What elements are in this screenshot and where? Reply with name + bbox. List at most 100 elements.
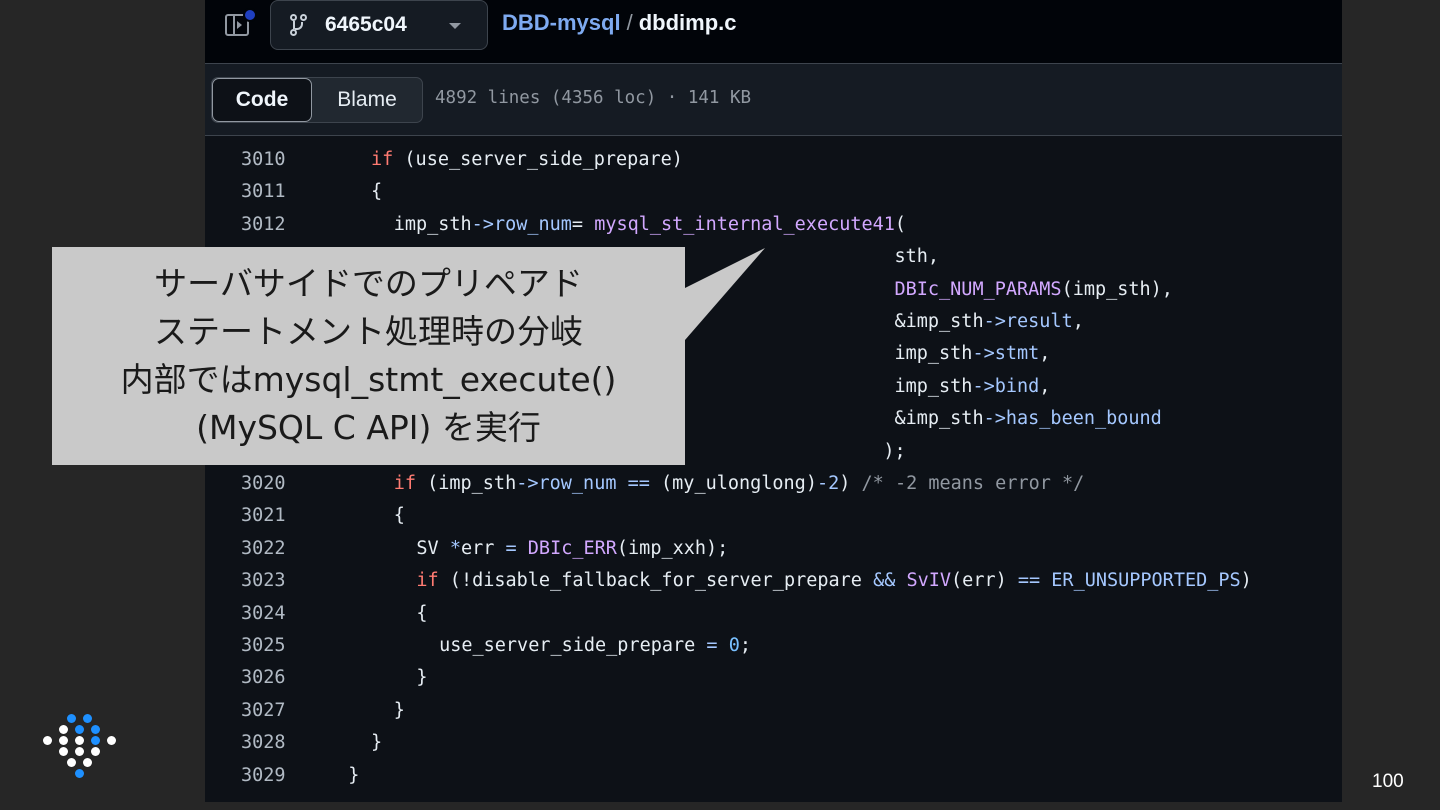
code-token: /* -2 means error */ [861, 473, 1085, 494]
code-text: imp_sth->row_num= mysql_st_internal_exec… [394, 209, 906, 241]
code-token: == [1017, 570, 1041, 592]
notification-dot [243, 8, 257, 22]
code-token: -> [471, 213, 494, 235]
code-line: 3021 { [205, 500, 1342, 532]
code-token: -> [972, 343, 995, 365]
code-line: 3023 if (!disable_fallback_for_server_pre… [205, 565, 1342, 597]
page-number: 100 [1372, 771, 1404, 792]
line-number[interactable]: 3020 [241, 468, 311, 500]
logo-dot [59, 747, 68, 756]
callout-box: サーバサイドでのプリペアド ステートメント処理時の分岐 内部ではmysql_st… [52, 247, 685, 465]
line-number[interactable]: 3024 [241, 598, 311, 630]
code-line: 3026} [205, 662, 1342, 694]
code-token: -> [983, 311, 1006, 332]
logo-dot [67, 758, 76, 767]
line-number[interactable]: 3023 [241, 565, 311, 597]
line-number[interactable]: 3021 [241, 500, 311, 532]
line-number[interactable]: 3026 [241, 662, 311, 694]
code-token: -2 [816, 473, 840, 494]
code-listing: 3010 if (use_server_side_prepare) 3011{301… [205, 140, 1342, 802]
code-token: ( [894, 213, 907, 235]
code-token: result [1005, 311, 1073, 332]
line-number[interactable]: 3027 [241, 695, 311, 727]
code-token: ) [839, 473, 862, 494]
callout-line-2: ステートメント処理時の分岐 [154, 312, 583, 351]
logo-dot [75, 769, 84, 778]
file-header: Code Blame 4892 lines (4356 loc) · 141 K… [205, 64, 1342, 136]
code-token: (imp_sth), [1061, 278, 1173, 300]
breadcrumb-repo-link[interactable]: DBD-mysql [502, 10, 621, 35]
code-token: = [706, 635, 718, 656]
code-line: 3027} [205, 695, 1342, 727]
code-token: , [1039, 343, 1051, 365]
code-line: 3024 { [205, 598, 1342, 630]
code-token: stmt [994, 343, 1040, 365]
code-token: } [371, 732, 383, 754]
logo-dot [91, 725, 100, 734]
sidebar-toggle-icon[interactable] [225, 8, 257, 38]
code-token: if [393, 473, 416, 494]
code-text: SV *err = DBIc_ERR(imp_xxh); [416, 533, 728, 565]
line-number[interactable]: 3010 [241, 144, 311, 176]
line-number[interactable]: 3022 [241, 533, 311, 565]
code-token: ) [1240, 570, 1252, 592]
code-text: } [394, 695, 405, 727]
code-token: mysql_st_internal_execute41 [594, 213, 895, 235]
code-token: -> [972, 375, 995, 397]
code-token: SV [416, 537, 450, 559]
line-number[interactable]: 3029 [241, 760, 311, 792]
chevron-down-icon [449, 23, 461, 29]
code-token: } [393, 699, 405, 721]
logo-dot [43, 736, 52, 745]
code-token: } [416, 667, 428, 689]
code-token: -> [516, 473, 539, 494]
code-token: bind [994, 375, 1040, 397]
code-text: } [416, 662, 427, 694]
tab-blame[interactable]: Blame [312, 78, 422, 122]
code-text: if (!disable_fallback_for_server_prepare… [416, 565, 1251, 597]
branch-selector-button[interactable]: 6465c04 [270, 0, 488, 50]
tab-code[interactable]: Code [212, 78, 312, 122]
code-token: ; [739, 635, 751, 656]
line-number[interactable]: 3011 [241, 176, 311, 208]
code-text: { [371, 176, 382, 208]
code-text: } [371, 727, 382, 759]
code-token: if [416, 570, 439, 592]
callout-line-4: (MySQL C API) を実行 [196, 408, 541, 447]
code-token: ER_UNSUPPORTED_PS [1051, 570, 1241, 592]
line-number[interactable]: 3028 [241, 727, 311, 759]
code-token: * [449, 537, 461, 559]
code-token: , [1039, 375, 1051, 397]
code-token: (err) [951, 570, 1018, 592]
code-text: if (imp_sth->row_num == (my_ulonglong)-2… [394, 468, 1085, 500]
code-token: (!disable_fallback_for_server_prepare [438, 570, 874, 592]
logo-dot [107, 736, 116, 745]
code-text: { [416, 598, 427, 630]
logo-dot [67, 714, 76, 723]
brand-logo [38, 714, 116, 780]
code-token: = [571, 213, 595, 235]
code-token: row_num [538, 473, 617, 494]
code-token: } [348, 764, 360, 786]
breadcrumb-file-name: dbdimp.c [638, 10, 737, 35]
code-token: , [1072, 311, 1084, 332]
code-blame-toggle: Code Blame [211, 77, 423, 123]
logo-dot [75, 736, 84, 745]
breadcrumb-separator: / [626, 10, 633, 35]
code-token: (imp_xxh); [616, 537, 729, 559]
logo-dot [91, 736, 100, 745]
code-token: SvIV [906, 570, 952, 592]
code-token: -> [983, 408, 1006, 430]
code-token: imp_sth [393, 213, 472, 235]
line-number[interactable]: 3025 [241, 630, 311, 662]
code-token: == [627, 473, 650, 494]
line-number[interactable]: 3012 [241, 209, 311, 241]
code-line: 3028} [205, 727, 1342, 759]
git-branch-icon [289, 14, 309, 36]
logo-dot [75, 747, 84, 756]
code-token: row_num [493, 213, 572, 235]
code-token: (my_ulonglong) [649, 473, 817, 494]
